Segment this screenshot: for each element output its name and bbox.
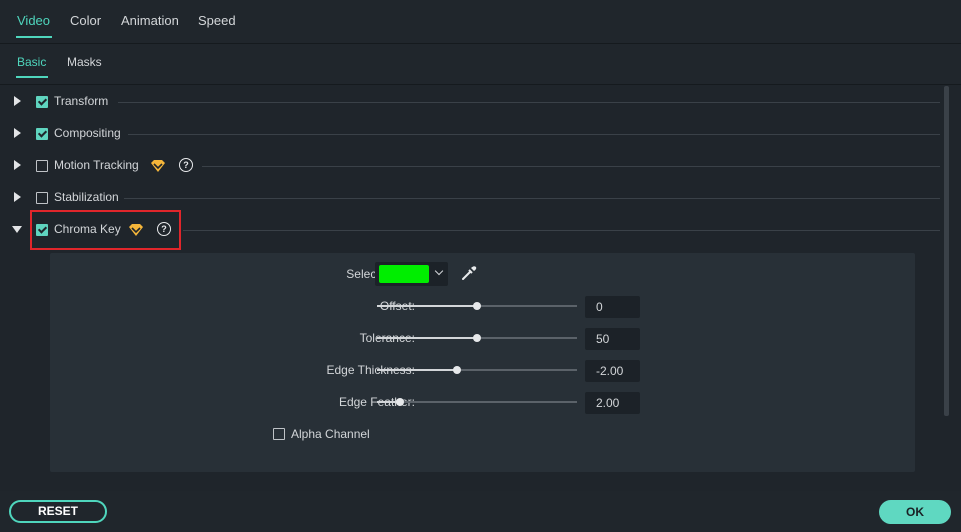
- tolerance-value-field[interactable]: 50: [585, 328, 640, 350]
- reset-button[interactable]: RESET: [9, 500, 107, 523]
- premium-diamond-icon: [151, 160, 165, 172]
- offset-slider-fill: [377, 305, 477, 307]
- expand-arrow-icon[interactable]: [14, 192, 21, 202]
- section-compositing[interactable]: Compositing: [0, 122, 940, 146]
- subtab-masks[interactable]: Masks: [67, 55, 102, 69]
- active-tab-indicator: [16, 36, 52, 38]
- expand-arrow-icon[interactable]: [14, 96, 21, 106]
- tab-animation[interactable]: Animation: [121, 13, 179, 28]
- offset-value-field[interactable]: 0: [585, 296, 640, 318]
- edge-thickness-slider-handle[interactable]: [453, 366, 461, 374]
- edge-feather-slider-handle[interactable]: [396, 398, 404, 406]
- section-label: Compositing: [54, 126, 121, 140]
- divider: [124, 198, 940, 199]
- top-tab-bar: Video Color Animation Speed: [0, 0, 961, 44]
- section-transform[interactable]: Transform: [0, 90, 940, 114]
- alpha-channel-checkbox[interactable]: [273, 428, 285, 440]
- section-label: Stabilization: [54, 190, 119, 204]
- selected-color-swatch[interactable]: [379, 265, 429, 283]
- edge-feather-value-field[interactable]: 2.00: [585, 392, 640, 414]
- eyedropper-icon[interactable]: [460, 264, 478, 282]
- divider: [202, 166, 940, 167]
- compositing-checkbox[interactable]: [36, 128, 48, 140]
- subtab-basic[interactable]: Basic: [17, 55, 46, 69]
- help-icon[interactable]: ?: [179, 158, 193, 172]
- vertical-scrollbar[interactable]: [944, 86, 949, 416]
- sub-tab-bar: Basic Masks: [0, 44, 961, 85]
- chroma-key-settings-panel: [50, 253, 915, 472]
- section-stabilization[interactable]: Stabilization: [0, 186, 940, 210]
- edge-feather-slider[interactable]: [377, 398, 577, 406]
- bottom-action-bar: [0, 491, 961, 532]
- tab-speed[interactable]: Speed: [198, 13, 236, 28]
- motion-tracking-checkbox[interactable]: [36, 160, 48, 172]
- tolerance-slider-fill: [377, 337, 477, 339]
- section-motion-tracking[interactable]: Motion Tracking ?: [0, 154, 940, 178]
- section-label: Transform: [54, 94, 109, 108]
- ok-button[interactable]: OK: [879, 500, 951, 524]
- divider: [118, 102, 940, 103]
- edge-thickness-value-field[interactable]: -2.00: [585, 360, 640, 382]
- expand-arrow-icon[interactable]: [14, 160, 21, 170]
- tolerance-slider[interactable]: [377, 334, 577, 342]
- chroma-key-highlight-box: [30, 210, 181, 250]
- offset-slider[interactable]: [377, 302, 577, 310]
- stabilization-checkbox[interactable]: [36, 192, 48, 204]
- offset-slider-handle[interactable]: [473, 302, 481, 310]
- collapse-arrow-icon[interactable]: [12, 226, 22, 233]
- alpha-channel-label: Alpha Channel: [291, 427, 370, 441]
- transform-checkbox[interactable]: [36, 96, 48, 108]
- tab-video[interactable]: Video: [17, 13, 50, 28]
- tab-color[interactable]: Color: [70, 13, 101, 28]
- divider: [128, 134, 940, 135]
- divider: [183, 230, 940, 231]
- tolerance-slider-handle[interactable]: [473, 334, 481, 342]
- section-label: Motion Tracking: [54, 158, 139, 172]
- edge-thickness-slider-fill: [377, 369, 457, 371]
- active-subtab-indicator: [16, 76, 48, 78]
- edge-thickness-slider[interactable]: [377, 366, 577, 374]
- expand-arrow-icon[interactable]: [14, 128, 21, 138]
